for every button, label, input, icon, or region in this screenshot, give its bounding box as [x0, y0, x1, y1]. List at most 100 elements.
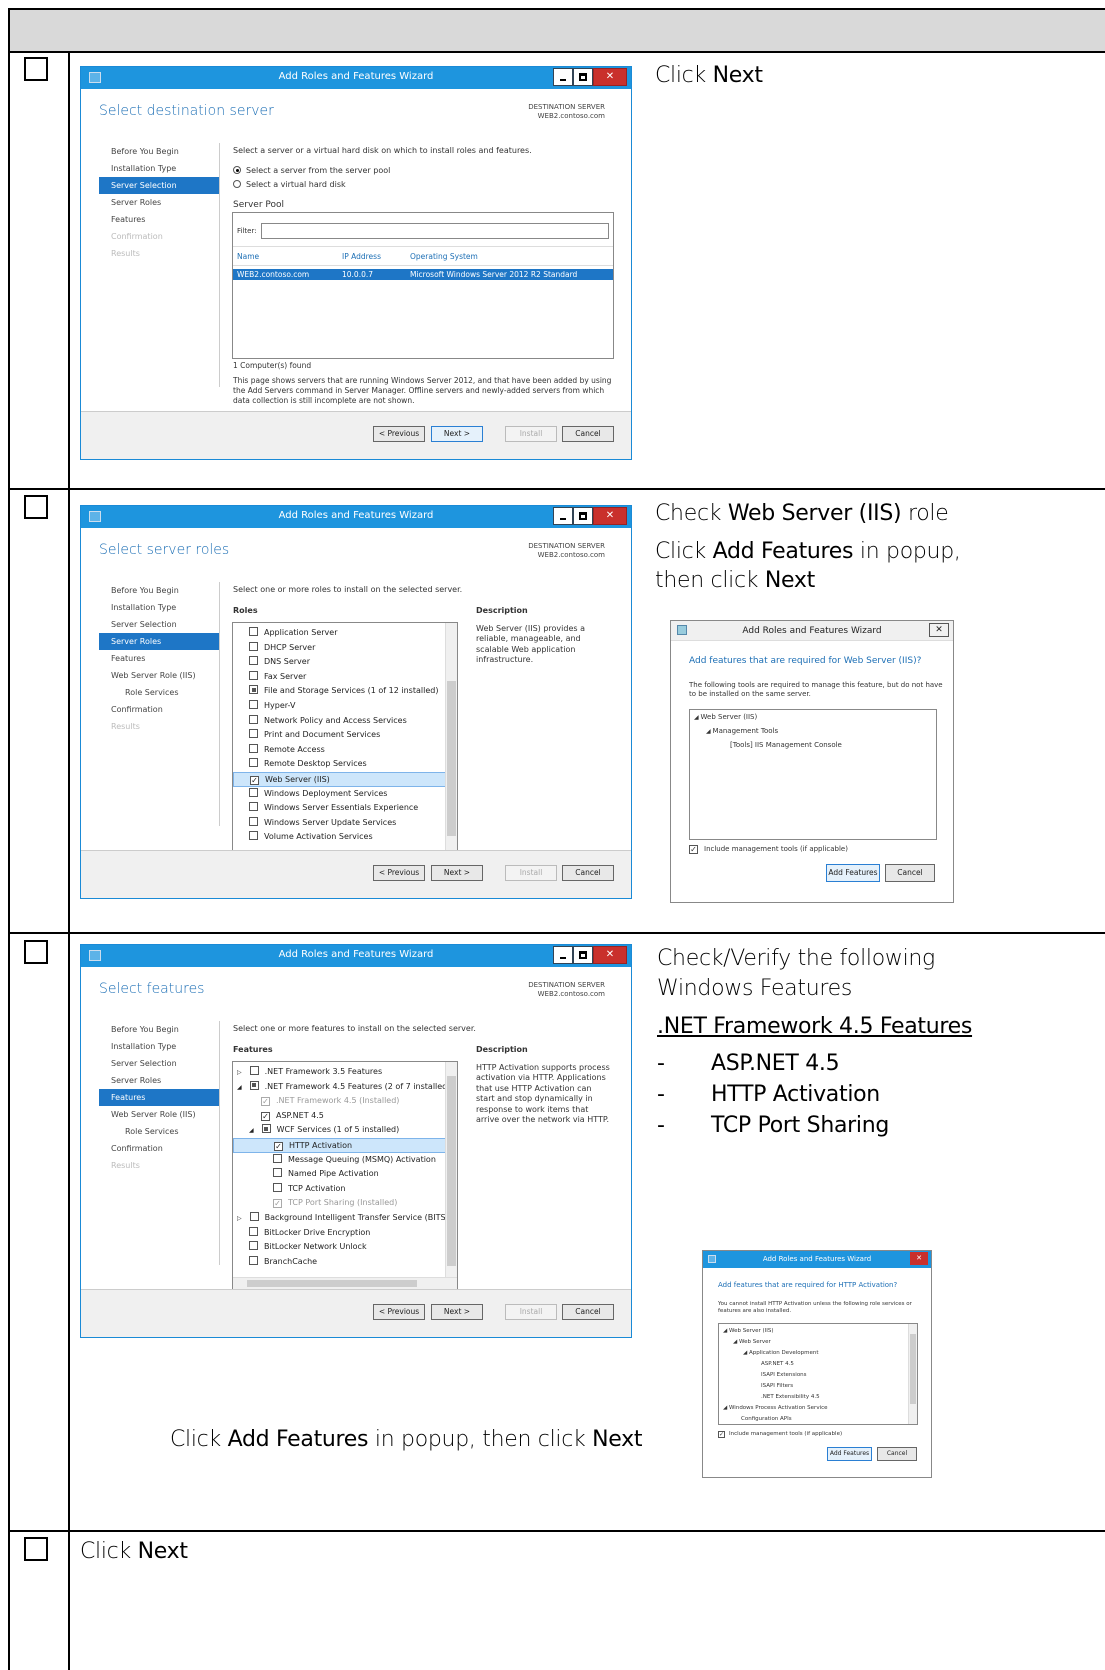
nav-item[interactable]: Confirmation	[99, 1140, 219, 1157]
role-item[interactable]: DHCP Server	[233, 641, 457, 656]
nav-item[interactable]: Role Services	[99, 684, 219, 701]
add-features-button[interactable]: Add Features	[826, 864, 880, 882]
include-tools-checkbox[interactable]: ✓ Include management tools (if applicable…	[718, 1431, 842, 1438]
cancel-button[interactable]: Cancel	[562, 426, 614, 442]
feature-item-http-activation[interactable]: ✓ HTTP Activation	[233, 1137, 457, 1153]
cancel-button[interactable]: Cancel	[877, 1447, 917, 1461]
next-button[interactable]: Next >	[431, 1304, 483, 1320]
feature-item[interactable]: ▷ .NET Framework 3.5 Features	[233, 1065, 457, 1080]
install-button[interactable]: Install	[505, 426, 557, 442]
horizontal-scrollbar[interactable]	[233, 1277, 457, 1289]
cancel-button[interactable]: Cancel	[885, 864, 935, 882]
col-ip[interactable]: IP Address	[342, 252, 381, 261]
grid-line	[8, 932, 1105, 934]
role-item[interactable]: Remote Desktop Services	[233, 757, 457, 772]
previous-button[interactable]: < Previous	[373, 1304, 425, 1320]
tree-item: ISAPI Filters	[761, 1383, 794, 1389]
scrollbar[interactable]	[445, 623, 457, 850]
nav-item[interactable]: Before You Begin	[99, 1021, 219, 1038]
nav-item[interactable]: Server Roles	[99, 1072, 219, 1089]
nav-item[interactable]: Installation Type	[99, 160, 219, 177]
add-features-button[interactable]: Add Features	[827, 1447, 872, 1461]
nav-item-selected[interactable]: Features	[99, 1089, 219, 1106]
feature-item[interactable]: TCP Activation	[233, 1182, 457, 1197]
radio-vhd[interactable]: Select a virtual hard disk	[233, 180, 346, 189]
role-item[interactable]: Windows Deployment Services	[233, 787, 457, 802]
role-item[interactable]: File and Storage Services (1 of 12 insta…	[233, 684, 457, 699]
feature-item[interactable]: Message Queuing (MSMQ) Activation	[233, 1153, 457, 1168]
nav-item[interactable]: Server Selection	[99, 1055, 219, 1072]
role-item[interactable]: Windows Server Update Services	[233, 816, 457, 831]
col-os[interactable]: Operating System	[410, 252, 478, 261]
feature-item[interactable]: ▷ Background Intelligent Transfer Service…	[233, 1211, 457, 1226]
close-icon[interactable]: ✕	[593, 507, 627, 525]
title-bar: Add Roles and Features Wizard ✕	[81, 506, 631, 528]
nav-item-selected[interactable]: Server Roles	[99, 633, 219, 650]
nav-item[interactable]: Installation Type	[99, 1038, 219, 1055]
feature-item[interactable]: Named Pipe Activation	[233, 1167, 457, 1182]
close-icon[interactable]: ✕	[593, 68, 627, 86]
role-item[interactable]: Print and Document Services	[233, 728, 457, 743]
task-checkbox-4[interactable]	[24, 1537, 48, 1561]
maximize-icon[interactable]	[573, 946, 593, 964]
nav-item[interactable]: Server Selection	[99, 616, 219, 633]
task-checkbox-1[interactable]	[24, 57, 48, 81]
nav-item[interactable]: Web Server Role (IIS)	[99, 667, 219, 684]
feature-tree: ◢ Web Server (IIS) ◢ Management Tools [T…	[689, 709, 937, 840]
close-icon[interactable]: ✕	[593, 946, 627, 964]
feature-item[interactable]: ◢ .NET Framework 4.5 Features (2 of 7 ins…	[233, 1080, 457, 1095]
scrollbar[interactable]	[908, 1324, 917, 1424]
close-icon[interactable]: ✕	[910, 1252, 928, 1265]
previous-button[interactable]: < Previous	[373, 865, 425, 881]
nav-item[interactable]: Confirmation	[99, 701, 219, 718]
feature-item[interactable]: BitLocker Network Unlock	[233, 1240, 457, 1255]
role-item[interactable]: Hyper-V	[233, 699, 457, 714]
destination-server: DESTINATION SERVER WEB2.contoso.com	[528, 542, 605, 560]
cancel-button[interactable]: Cancel	[562, 865, 614, 881]
role-item[interactable]: Remote Access	[233, 743, 457, 758]
next-button[interactable]: Next >	[431, 865, 483, 881]
install-button[interactable]: Install	[505, 865, 557, 881]
feature-item[interactable]: ◢ WCF Services (1 of 5 installed)	[233, 1123, 457, 1138]
nav-item[interactable]: Before You Begin	[99, 582, 219, 599]
feature-item[interactable]: BranchCache	[233, 1255, 457, 1270]
table-row[interactable]: WEB2.contoso.com 10.0.0.7 Microsoft Wind…	[233, 269, 613, 280]
nav-item[interactable]: Server Roles	[99, 194, 219, 211]
role-item[interactable]: DNS Server	[233, 655, 457, 670]
role-item-web-server[interactable]: ✓ Web Server (IIS)	[233, 771, 457, 787]
minimize-icon[interactable]	[553, 68, 573, 86]
cancel-button[interactable]: Cancel	[562, 1304, 614, 1320]
nav-item[interactable]: Role Services	[99, 1123, 219, 1140]
close-icon[interactable]: ✕	[929, 623, 949, 637]
task-checkbox-3[interactable]	[24, 940, 48, 964]
role-item[interactable]: Windows Server Essentials Experience	[233, 801, 457, 816]
nav-item[interactable]: Features	[99, 650, 219, 667]
nav-item-selected[interactable]: Server Selection	[99, 177, 219, 194]
previous-button[interactable]: < Previous	[373, 426, 425, 442]
col-name[interactable]: Name	[237, 252, 259, 261]
role-item[interactable]: Fax Server	[233, 670, 457, 685]
maximize-icon[interactable]	[573, 507, 593, 525]
task-checkbox-2[interactable]	[24, 495, 48, 519]
row3-instruction-line1: Check/Verify the following	[657, 946, 935, 971]
nav-item[interactable]: Web Server Role (IIS)	[99, 1106, 219, 1123]
filter-input[interactable]	[261, 223, 609, 239]
install-button[interactable]: Install	[505, 1304, 557, 1320]
next-button[interactable]: Next >	[431, 426, 483, 442]
feature-item[interactable]: BitLocker Drive Encryption	[233, 1226, 457, 1241]
nav-item[interactable]: Before You Begin	[99, 143, 219, 160]
role-item[interactable]: Network Policy and Access Services	[233, 714, 457, 729]
tree-item: Configuration APIs	[741, 1416, 792, 1422]
minimize-icon[interactable]	[553, 507, 573, 525]
nav-item[interactable]: Installation Type	[99, 599, 219, 616]
scrollbar[interactable]	[445, 1062, 457, 1277]
role-item[interactable]: Volume Activation Services	[233, 830, 457, 845]
minimize-icon[interactable]	[553, 946, 573, 964]
bullet-item: - HTTP Activation	[657, 1082, 880, 1107]
include-tools-checkbox[interactable]: ✓ Include management tools (if applicable…	[689, 845, 848, 854]
radio-server-pool[interactable]: Select a server from the server pool	[233, 166, 390, 175]
maximize-icon[interactable]	[573, 68, 593, 86]
feature-item[interactable]: ✓ ASP.NET 4.5	[233, 1109, 457, 1124]
role-item[interactable]: Application Server	[233, 626, 457, 641]
nav-item[interactable]: Features	[99, 211, 219, 228]
